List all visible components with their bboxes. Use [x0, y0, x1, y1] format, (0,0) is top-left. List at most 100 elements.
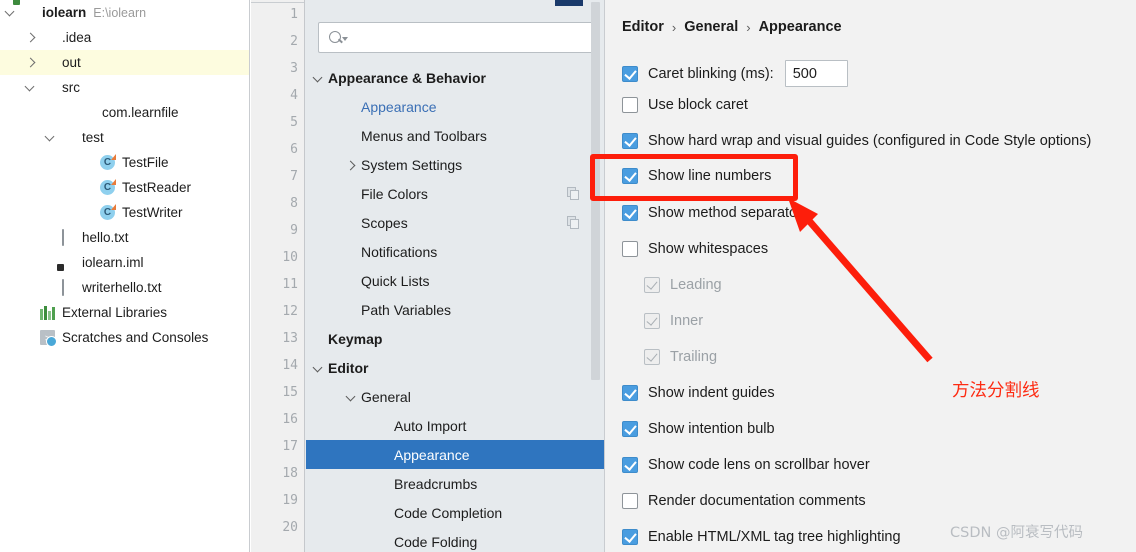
settings-category-label: Editor [328, 359, 369, 376]
settings-option-row[interactable]: Show whitespaces [622, 241, 768, 257]
project-tree-item[interactable]: .idea [0, 25, 249, 50]
project-tree-item-label: Scratches and Consoles [62, 330, 209, 345]
settings-option-row[interactable]: Inner [644, 313, 703, 329]
settings-category-item[interactable]: Quick Lists [306, 266, 604, 295]
breadcrumb-segment[interactable]: General [684, 19, 738, 35]
copy-settings-icon[interactable] [567, 216, 580, 229]
chevron-right-icon[interactable] [344, 158, 358, 172]
java-class-icon: C [100, 155, 117, 170]
chevron-down-icon[interactable] [311, 71, 325, 85]
settings-search-box[interactable] [318, 22, 594, 53]
editor-line-number-gutter[interactable]: 1 2 3 4 5 6 7 8 9 10 11 12 13 14 15 16 17 18 19 20 [251, 0, 305, 552]
project-tree-item[interactable]: out [0, 50, 249, 75]
settings-category-item[interactable]: File Colors [306, 179, 604, 208]
project-tree-item[interactable]: src [0, 75, 249, 100]
project-tree-item[interactable]: hello.txt [0, 225, 249, 250]
settings-option-row[interactable]: Show line numbers [622, 168, 771, 184]
project-tree-item[interactable]: iolearn.iml [0, 250, 249, 275]
project-tree-item-label: iolearn [42, 5, 87, 20]
settings-option-row[interactable]: Show intention bulb [622, 421, 775, 437]
checkbox-checked-icon[interactable] [622, 457, 638, 473]
copy-settings-icon[interactable] [567, 187, 580, 200]
project-tree-item-label: TestWriter [122, 205, 183, 220]
checkbox-checked-icon[interactable] [622, 385, 638, 401]
settings-option-row[interactable]: Enable HTML/XML tag tree highlighting [622, 529, 901, 545]
checkbox-checked-icon[interactable] [622, 205, 638, 221]
line-number-label: 19 [282, 493, 298, 508]
caret-blinking-input[interactable] [784, 60, 848, 87]
settings-category-item[interactable]: General [306, 382, 604, 411]
gutter-line-number: 13 [251, 325, 304, 352]
checkbox-checked-icon[interactable] [622, 65, 638, 82]
breadcrumb-segment[interactable]: Editor [622, 19, 664, 35]
search-input[interactable] [348, 29, 578, 46]
settings-category-item[interactable]: Breadcrumbs [306, 469, 604, 498]
checkbox-checked-icon[interactable] [622, 421, 638, 437]
settings-option-label: Enable HTML/XML tag tree highlighting [648, 529, 901, 545]
chevron-down-icon[interactable] [44, 131, 57, 144]
chevron-right-icon[interactable] [24, 56, 37, 69]
settings-category-item[interactable]: Appearance [306, 440, 604, 469]
line-number-label: 15 [282, 385, 298, 400]
chevron-down-icon[interactable] [344, 390, 358, 404]
settings-category-item[interactable]: Notifications [306, 237, 604, 266]
checkbox-unchecked-icon[interactable] [622, 97, 638, 113]
chevron-down-icon[interactable] [24, 81, 37, 94]
checkbox-disabled-checked-icon [644, 313, 660, 329]
settings-categories-pane[interactable]: Appearance & Behavior Appearance Menus and… [305, 0, 605, 552]
checkbox-disabled-checked-icon [644, 277, 660, 293]
checkbox-checked-icon[interactable] [622, 529, 638, 545]
settings-category-item[interactable]: Code Folding [306, 527, 604, 552]
settings-option-row[interactable]: Show indent guides [622, 385, 775, 401]
project-tree-item[interactable]: iolearn E:\iolearn [0, 0, 249, 25]
settings-option-row[interactable]: Show method separators [622, 205, 809, 221]
settings-category-item[interactable]: Code Completion [306, 498, 604, 527]
settings-category-list[interactable]: Appearance & Behavior Appearance Menus and… [306, 63, 604, 552]
settings-option-row[interactable]: Render documentation comments [622, 493, 866, 509]
settings-category-item[interactable]: Keymap [306, 324, 604, 353]
settings-option-row[interactable]: Use block caret [622, 97, 748, 113]
settings-category-item[interactable]: Appearance [306, 92, 604, 121]
checkbox-unchecked-icon[interactable] [622, 493, 638, 509]
settings-category-label: Appearance [361, 98, 437, 115]
gutter-line-number: 15 [251, 379, 304, 406]
settings-option-row[interactable]: Caret blinking (ms): [622, 60, 848, 87]
project-tree-item[interactable]: C TestWriter [0, 200, 249, 225]
settings-category-item[interactable]: Menus and Toolbars [306, 121, 604, 150]
settings-option-row[interactable]: Show code lens on scrollbar hover [622, 457, 870, 473]
project-tree-item[interactable]: com.learnfile [0, 100, 249, 125]
checkbox-disabled-checked-icon [644, 349, 660, 365]
breadcrumb-segment[interactable]: Appearance [759, 19, 842, 35]
settings-tree-scrollbar[interactable] [591, 2, 600, 380]
project-tree-item[interactable]: C TestReader [0, 175, 249, 200]
settings-option-row[interactable]: Leading [644, 277, 722, 293]
gutter-line-number: 14 [251, 352, 304, 379]
settings-category-item[interactable]: Path Variables [306, 295, 604, 324]
project-tool-window[interactable]: iolearn E:\iolearn .idea out src com.learnfil… [0, 0, 250, 552]
checkbox-checked-icon[interactable] [622, 168, 638, 184]
settings-category-item[interactable]: System Settings [306, 150, 604, 179]
chevron-down-icon[interactable] [311, 361, 325, 375]
chevron-down-icon[interactable] [4, 6, 17, 19]
project-tree-item[interactable]: writerhello.txt [0, 275, 249, 300]
breadcrumb-separator-icon: › [671, 19, 677, 35]
settings-option-row[interactable]: Trailing [644, 349, 717, 365]
settings-category-item[interactable]: Editor [306, 353, 604, 382]
project-tree-item[interactable]: External Libraries [0, 300, 249, 325]
breadcrumb-separator-icon: › [746, 19, 751, 35]
project-tree-item[interactable]: C TestFile [0, 150, 249, 175]
settings-category-item[interactable]: Appearance & Behavior [306, 63, 604, 92]
checkbox-checked-icon[interactable] [622, 133, 638, 149]
checkbox-unchecked-icon[interactable] [622, 241, 638, 257]
line-number-label: 8 [290, 196, 298, 211]
project-tree-item[interactable]: test [0, 125, 249, 150]
settings-category-item[interactable]: Scopes [306, 208, 604, 237]
settings-option-row[interactable]: Show hard wrap and visual guides (config… [622, 133, 1091, 149]
chevron-right-icon[interactable] [24, 31, 37, 44]
settings-category-item[interactable]: Auto Import [306, 411, 604, 440]
project-tree-item[interactable]: > Scratches and Consoles [0, 325, 249, 350]
annotation-note-text: 方法分割线 [952, 381, 1040, 401]
